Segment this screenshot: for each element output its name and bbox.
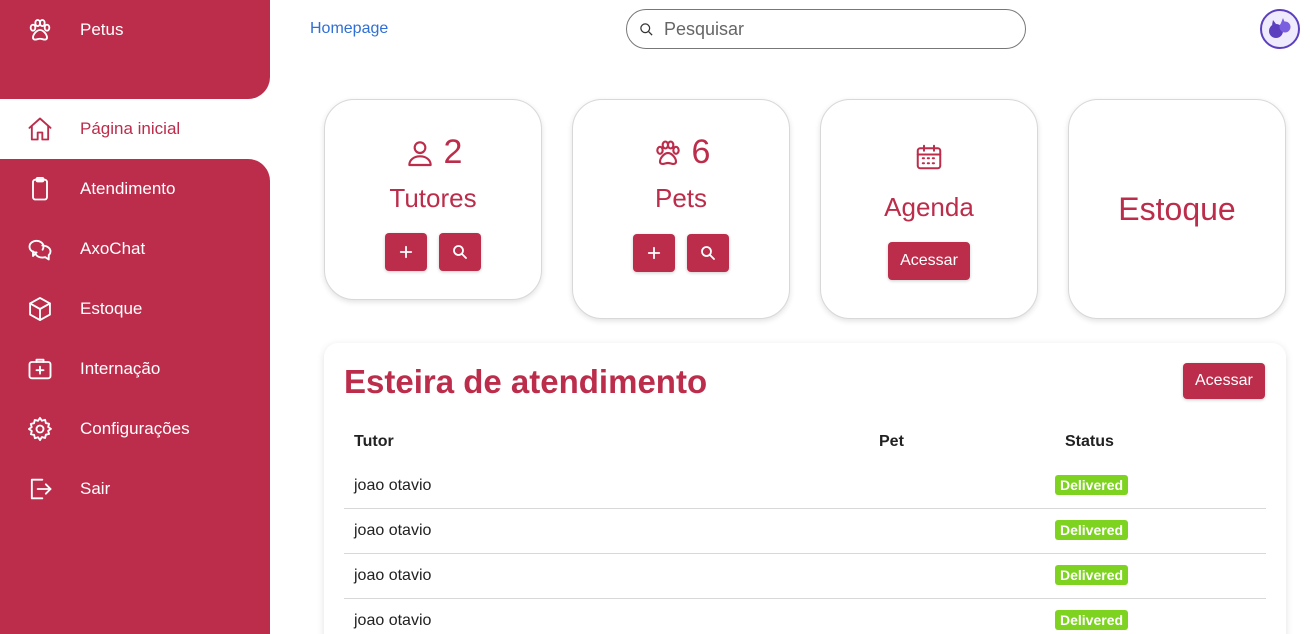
medical-kit-icon bbox=[25, 354, 55, 384]
queue-access-button[interactable]: Acessar bbox=[1183, 363, 1265, 399]
gear-icon bbox=[25, 414, 55, 444]
sidebar-item-label: Configurações bbox=[80, 419, 190, 438]
search-icon bbox=[701, 246, 715, 260]
chat-icon bbox=[25, 234, 55, 264]
sidebar-item-internacao[interactable]: Internação bbox=[0, 339, 270, 399]
sidebar-item-configuracoes[interactable]: Configurações bbox=[0, 399, 270, 459]
search-icon bbox=[640, 22, 653, 36]
tutores-count: 2 bbox=[443, 133, 463, 171]
column-header-pet: Pet bbox=[879, 433, 904, 450]
search-tutor-button[interactable] bbox=[439, 233, 481, 271]
logout-icon bbox=[25, 474, 55, 504]
sidebar-item-label: Atendimento bbox=[80, 179, 176, 198]
queue-panel: Esteira de atendimento Acessar Tutor Pet… bbox=[324, 343, 1286, 634]
pet-avatar-icon bbox=[1269, 18, 1291, 38]
search-input[interactable] bbox=[664, 18, 1004, 40]
add-pet-button[interactable] bbox=[633, 234, 675, 272]
sidebar-item-label: Internação bbox=[80, 359, 161, 378]
sidebar-brand[interactable]: Petus bbox=[0, 0, 270, 60]
box-icon bbox=[25, 294, 55, 324]
user-icon bbox=[407, 140, 432, 166]
column-header-status: Status bbox=[1065, 433, 1114, 450]
card-tutores: 2 Tutores bbox=[324, 99, 542, 300]
table-row[interactable]: joao otavio Delivered bbox=[344, 599, 1266, 634]
card-pets: 6 Pets bbox=[572, 99, 790, 319]
sidebar-item-label: AxoChat bbox=[80, 239, 146, 258]
agenda-title: Agenda bbox=[884, 192, 974, 222]
pets-title: Pets bbox=[654, 183, 708, 213]
agenda-access-button[interactable]: Acessar bbox=[888, 242, 970, 280]
sidebar-item-label: Página inicial bbox=[80, 119, 181, 138]
search-bar[interactable] bbox=[626, 9, 1026, 49]
cell-tutor: joao otavio bbox=[354, 477, 432, 494]
cell-tutor: joao otavio bbox=[354, 612, 432, 629]
breadcrumb-homepage[interactable]: Homepage bbox=[310, 20, 388, 38]
sidebar-item-sair[interactable]: Sair bbox=[0, 459, 270, 519]
cell-tutor: joao otavio bbox=[354, 567, 432, 584]
cell-tutor: joao otavio bbox=[354, 522, 432, 539]
card-estoque[interactable]: Estoque bbox=[1068, 99, 1286, 319]
plus-icon bbox=[647, 246, 661, 260]
sidebar: Petus Página inicial Atendimento AxoChat… bbox=[0, 0, 270, 634]
add-tutor-button[interactable] bbox=[385, 233, 427, 271]
search-icon bbox=[453, 245, 467, 259]
user-avatar[interactable] bbox=[1260, 9, 1300, 49]
estoque-title: Estoque bbox=[1118, 191, 1236, 227]
brand-name: Petus bbox=[80, 20, 124, 39]
clipboard-icon bbox=[25, 174, 55, 204]
home-icon bbox=[25, 114, 55, 144]
calendar-icon bbox=[916, 144, 942, 170]
status-badge: Delivered bbox=[1055, 565, 1129, 585]
queue-title: Esteira de atendimento bbox=[344, 363, 708, 400]
sidebar-item-label: Sair bbox=[80, 479, 111, 498]
table-row[interactable]: joao otavio Delivered bbox=[344, 509, 1266, 554]
sidebar-item-atendimento[interactable]: Atendimento bbox=[0, 159, 270, 219]
tutores-title: Tutores bbox=[389, 183, 477, 213]
search-pet-button[interactable] bbox=[687, 234, 729, 272]
sidebar-item-pagina-inicial[interactable]: Página inicial bbox=[0, 99, 270, 159]
status-badge: Delivered bbox=[1055, 520, 1129, 540]
table-row[interactable]: joao otavio Delivered bbox=[344, 554, 1266, 599]
card-agenda: Agenda Acessar bbox=[820, 99, 1038, 319]
status-badge: Delivered bbox=[1055, 610, 1129, 630]
plus-icon bbox=[399, 245, 413, 259]
sidebar-item-estoque[interactable]: Estoque bbox=[0, 279, 270, 339]
status-badge: Delivered bbox=[1055, 475, 1129, 495]
sidebar-item-axochat[interactable]: AxoChat bbox=[0, 219, 270, 279]
paw-icon bbox=[25, 15, 55, 45]
paw-icon bbox=[655, 139, 680, 165]
sidebar-item-label: Estoque bbox=[80, 299, 143, 318]
column-header-tutor: Tutor bbox=[354, 433, 394, 450]
pets-count: 6 bbox=[691, 133, 711, 171]
table-row[interactable]: joao otavio Delivered bbox=[344, 464, 1266, 509]
